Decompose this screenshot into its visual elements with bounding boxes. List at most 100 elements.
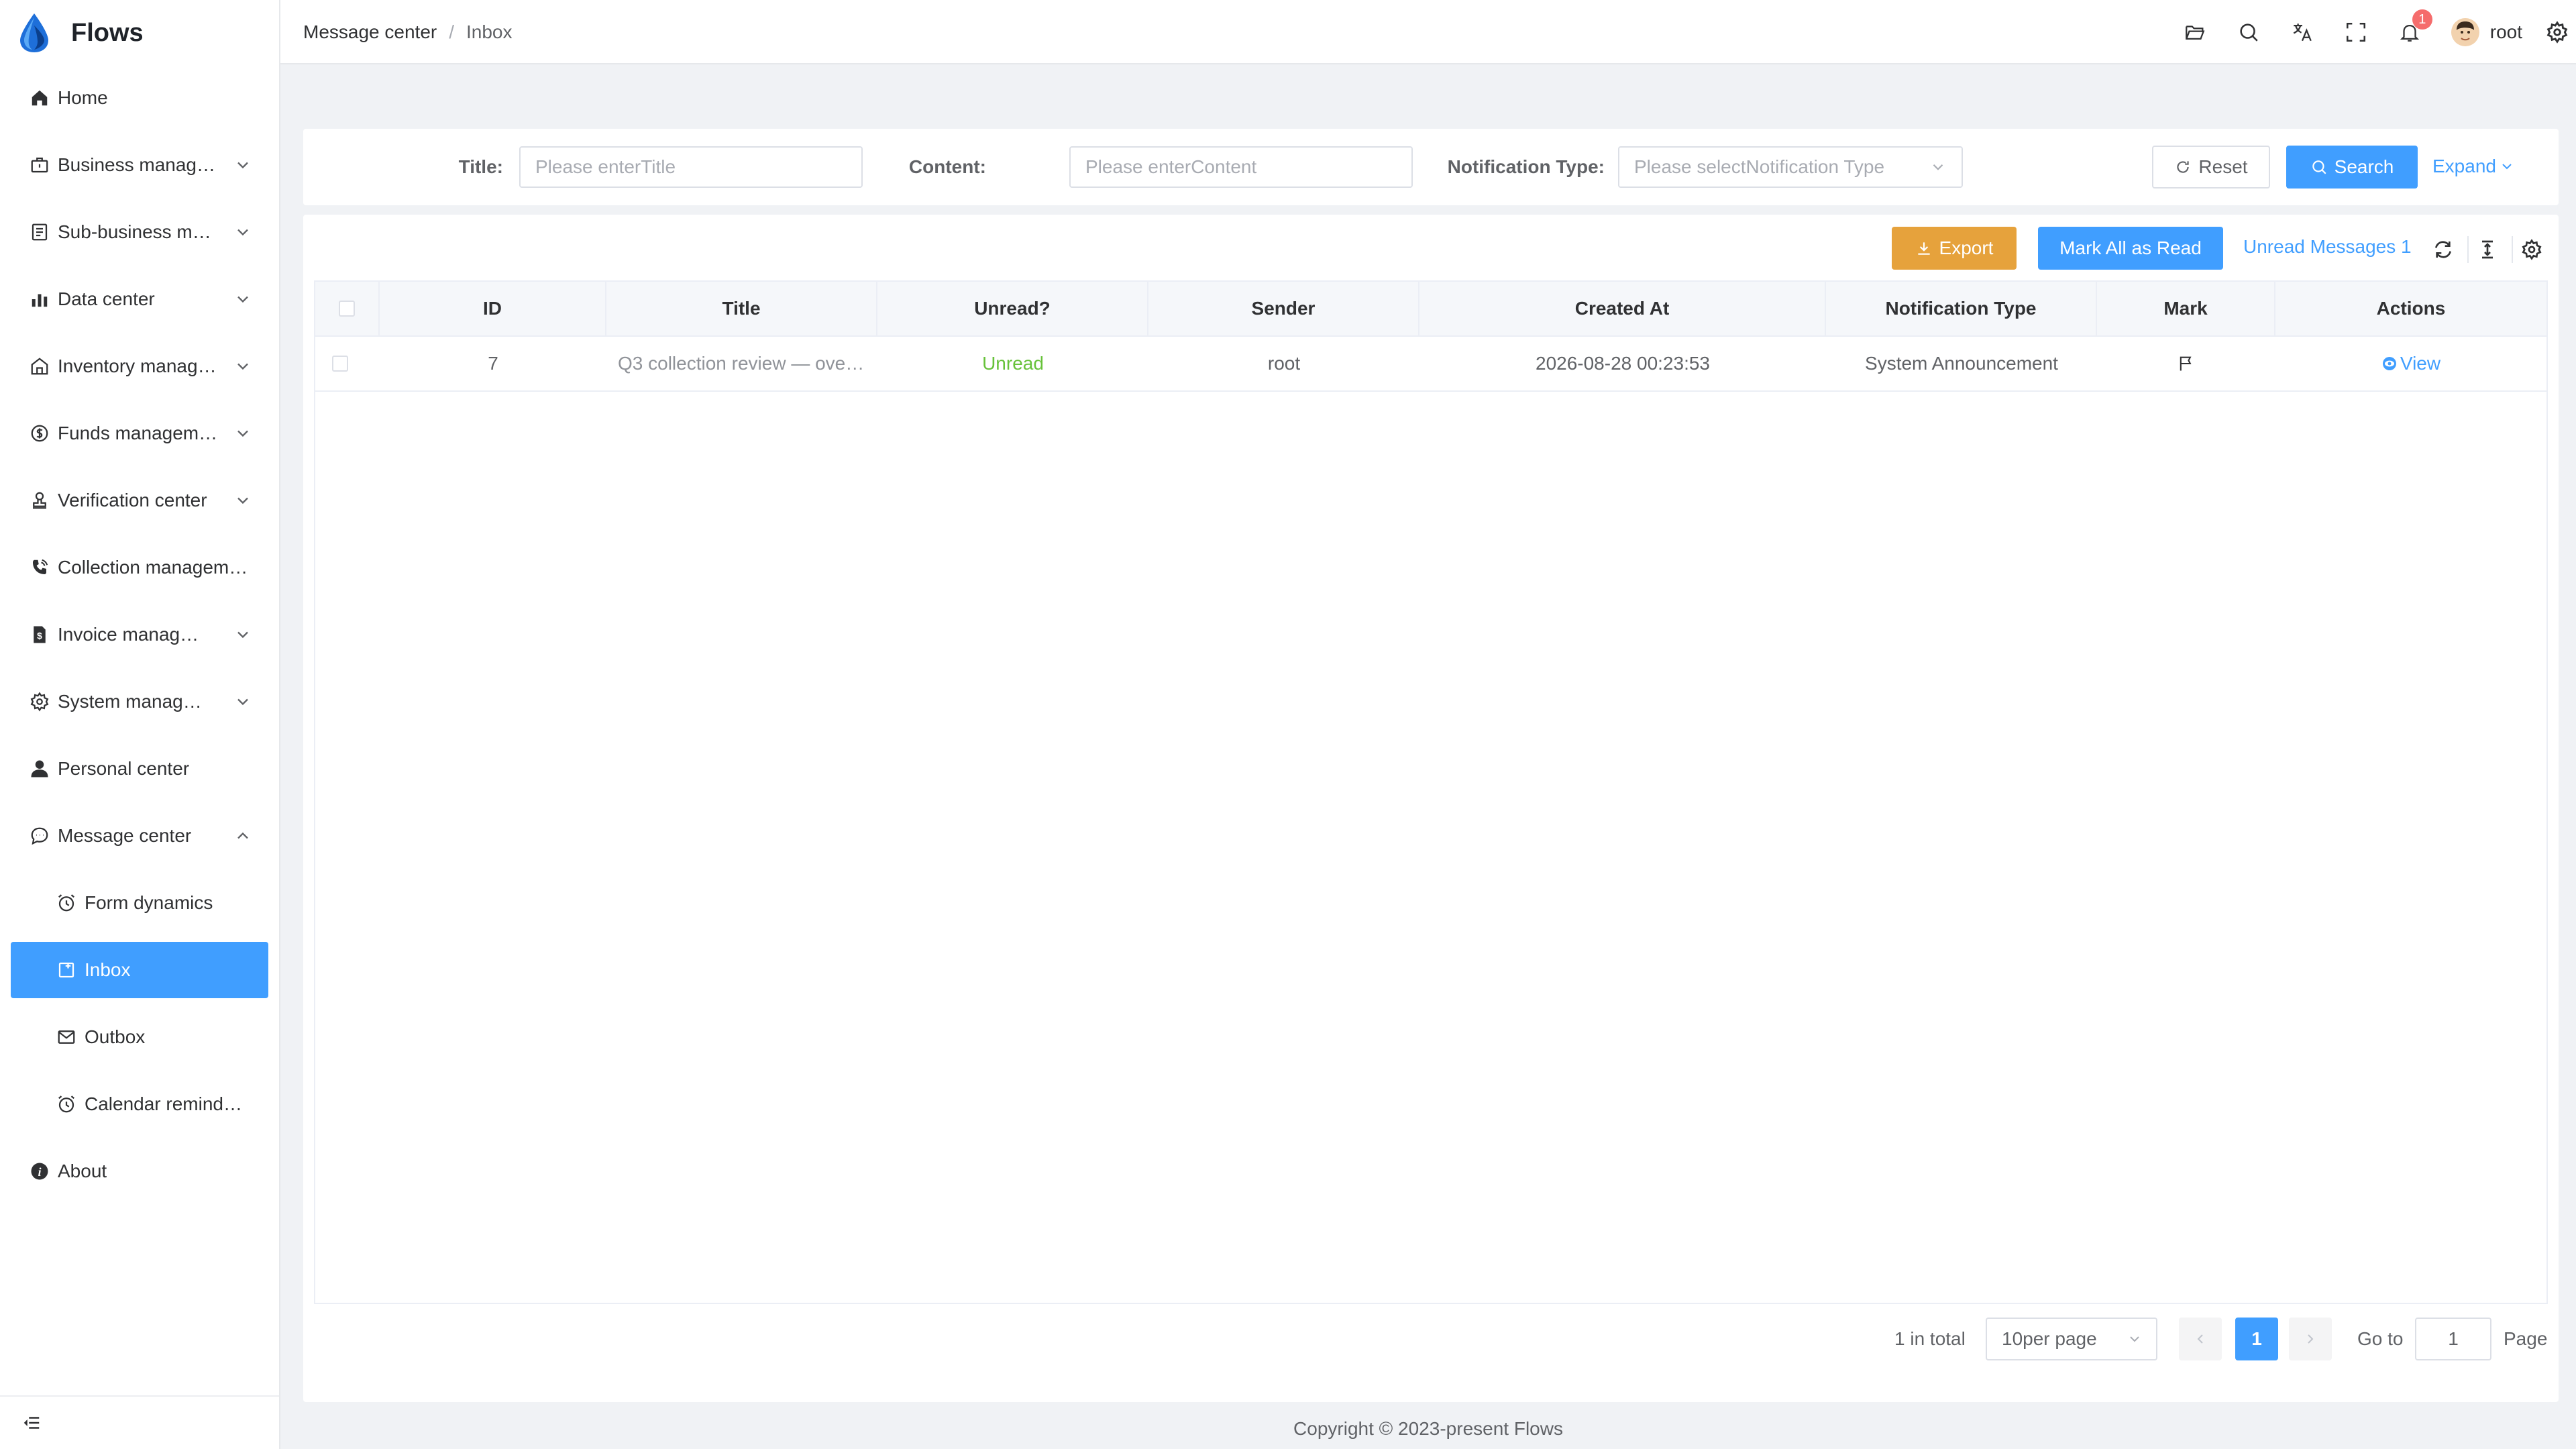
sidebar-item-about[interactable]: i About bbox=[0, 1138, 279, 1205]
expand-button[interactable]: Expand bbox=[2432, 156, 2515, 177]
stamp-icon bbox=[28, 489, 51, 512]
refresh-table-button[interactable] bbox=[2424, 231, 2462, 268]
column-header-mark[interactable]: Mark bbox=[2097, 282, 2275, 335]
breadcrumb-item-message-center[interactable]: Message center bbox=[303, 21, 437, 43]
goto-page-input[interactable]: 1 bbox=[2415, 1318, 2491, 1360]
bar-chart-icon bbox=[28, 288, 51, 311]
fullscreen-button[interactable] bbox=[2329, 0, 2383, 64]
page-number-1[interactable]: 1 bbox=[2235, 1318, 2278, 1360]
app-logo[interactable]: Flows bbox=[17, 12, 144, 54]
density-button[interactable] bbox=[2469, 231, 2506, 268]
chevron-up-icon bbox=[237, 832, 248, 839]
sidebar-item-collection-management[interactable]: Collection management bbox=[0, 534, 279, 601]
sidebar-item-label: Data center bbox=[58, 288, 155, 309]
header-search-button[interactable] bbox=[2222, 0, 2275, 64]
chevron-down-icon bbox=[237, 162, 248, 169]
flag-icon[interactable] bbox=[2177, 354, 2196, 373]
row-checkbox[interactable] bbox=[332, 356, 348, 372]
sidebar-item-label: Calendar reminders bbox=[85, 1093, 246, 1114]
sidebar-item-inventory-management[interactable]: Inventory management bbox=[0, 333, 279, 400]
search-icon bbox=[2312, 160, 2326, 174]
home-icon bbox=[28, 87, 51, 109]
sidebar-item-label: System management bbox=[58, 691, 209, 712]
page-size-value: 10per page bbox=[2002, 1328, 2097, 1349]
phone-call-icon bbox=[28, 556, 51, 579]
column-header-created-at[interactable]: Created At bbox=[1419, 282, 1826, 335]
sidebar-item-label: Personal center bbox=[58, 758, 190, 779]
sidebar-item-calendar-reminders[interactable]: Calendar reminders bbox=[0, 1071, 279, 1138]
settings-button[interactable] bbox=[2538, 0, 2576, 64]
language-button[interactable] bbox=[2275, 0, 2329, 64]
content-label: Content: bbox=[908, 156, 986, 177]
app-title: Flows bbox=[71, 18, 144, 47]
column-height-icon bbox=[2482, 240, 2493, 259]
cell-mark bbox=[2097, 337, 2275, 390]
notifications-button[interactable]: 1 bbox=[2383, 0, 2436, 64]
column-header-sender[interactable]: Sender bbox=[1148, 282, 1419, 335]
expand-label: Expand bbox=[2432, 156, 2496, 176]
content-input[interactable]: Please enterContent bbox=[1069, 146, 1413, 188]
unread-messages-label: Unread Messages 1 bbox=[2243, 236, 2412, 257]
title-input[interactable]: Please enterTitle bbox=[519, 146, 863, 188]
chevron-down-icon bbox=[237, 229, 248, 236]
chevron-down-icon bbox=[237, 296, 248, 303]
table-row[interactable]: 7 Q3 collection review — overdue account… bbox=[315, 337, 2546, 392]
prev-page-button[interactable] bbox=[2179, 1318, 2222, 1360]
reset-button[interactable]: Reset bbox=[2152, 146, 2270, 189]
chevron-down-icon bbox=[1933, 164, 1943, 170]
sidebar-item-label: Sub-business management bbox=[58, 221, 219, 242]
user-icon bbox=[28, 757, 51, 780]
sidebar-item-home[interactable]: Home bbox=[0, 64, 279, 131]
folder-button[interactable] bbox=[2168, 0, 2222, 64]
view-button[interactable]: View bbox=[2381, 353, 2440, 374]
gear-icon bbox=[2522, 239, 2542, 260]
warehouse-icon bbox=[28, 355, 51, 378]
next-page-button[interactable] bbox=[2289, 1318, 2332, 1360]
page-size-select[interactable]: 10per page bbox=[1986, 1318, 2157, 1360]
eye-icon bbox=[2382, 357, 2396, 370]
cell-notification-type: System Announcement bbox=[1865, 353, 2058, 374]
sidebar-item-verification-center[interactable]: Verification center bbox=[0, 467, 279, 534]
column-header-unread[interactable]: Unread? bbox=[877, 282, 1148, 335]
gear-icon bbox=[28, 690, 51, 713]
chevron-down-icon bbox=[237, 363, 248, 370]
goto-label: Go to bbox=[2357, 1328, 2404, 1349]
sidebar-item-form-dynamics[interactable]: Form dynamics bbox=[0, 869, 279, 936]
user-menu[interactable]: root bbox=[2436, 0, 2538, 64]
column-settings-button[interactable] bbox=[2513, 231, 2551, 268]
sidebar-item-system-management[interactable]: System management bbox=[0, 668, 279, 735]
pagination-total: 1 in total bbox=[1894, 1328, 1966, 1349]
sidebar-item-business-management[interactable]: Business management bbox=[0, 131, 279, 199]
sidebar-item-label: Invoice management bbox=[58, 624, 209, 645]
mark-all-read-button[interactable]: Mark All as Read bbox=[2038, 227, 2223, 270]
sidebar-item-invoice-management[interactable]: $ Invoice management bbox=[0, 601, 279, 668]
sidebar-item-funds-management[interactable]: Funds management bbox=[0, 400, 279, 467]
sidebar-item-label: Form dynamics bbox=[85, 892, 213, 913]
unread-messages-link[interactable]: Unread Messages 1 bbox=[2243, 236, 2412, 258]
sidebar-item-data-center[interactable]: Data center bbox=[0, 266, 279, 333]
column-header-notification-type[interactable]: Notification Type bbox=[1826, 282, 2097, 335]
cell-actions: View bbox=[2275, 337, 2546, 390]
column-header-title[interactable]: Title bbox=[606, 282, 877, 335]
collapse-menu-icon[interactable] bbox=[21, 1413, 42, 1433]
sidebar-item-sub-business-management[interactable]: Sub-business management bbox=[0, 199, 279, 266]
gear-icon bbox=[2546, 21, 2568, 44]
sidebar-item-inbox[interactable]: Inbox bbox=[11, 942, 268, 998]
mark-all-read-label: Mark All as Read bbox=[2059, 237, 2202, 258]
notification-type-select[interactable]: Please selectNotification Type bbox=[1618, 146, 1963, 188]
sidebar-item-message-center[interactable]: Message center bbox=[0, 802, 279, 869]
search-button[interactable]: Search bbox=[2286, 146, 2418, 189]
search-icon bbox=[2240, 23, 2258, 42]
briefcase-icon bbox=[28, 154, 51, 176]
chevron-down-icon bbox=[237, 430, 248, 437]
document-icon bbox=[28, 221, 51, 244]
column-header-id[interactable]: ID bbox=[380, 282, 606, 335]
top-header: Message center / Inbox 1 root bbox=[280, 0, 2576, 64]
sidebar-item-label: Outbox bbox=[85, 1026, 146, 1047]
export-button[interactable]: Export bbox=[1892, 227, 2017, 270]
select-all-checkbox[interactable] bbox=[339, 301, 355, 317]
sidebar-item-outbox[interactable]: Outbox bbox=[0, 1004, 279, 1071]
sidebar-item-personal-center[interactable]: Personal center bbox=[0, 735, 279, 802]
search-label: Search bbox=[2334, 156, 2394, 177]
sidebar-item-label: Inventory management bbox=[58, 356, 219, 376]
